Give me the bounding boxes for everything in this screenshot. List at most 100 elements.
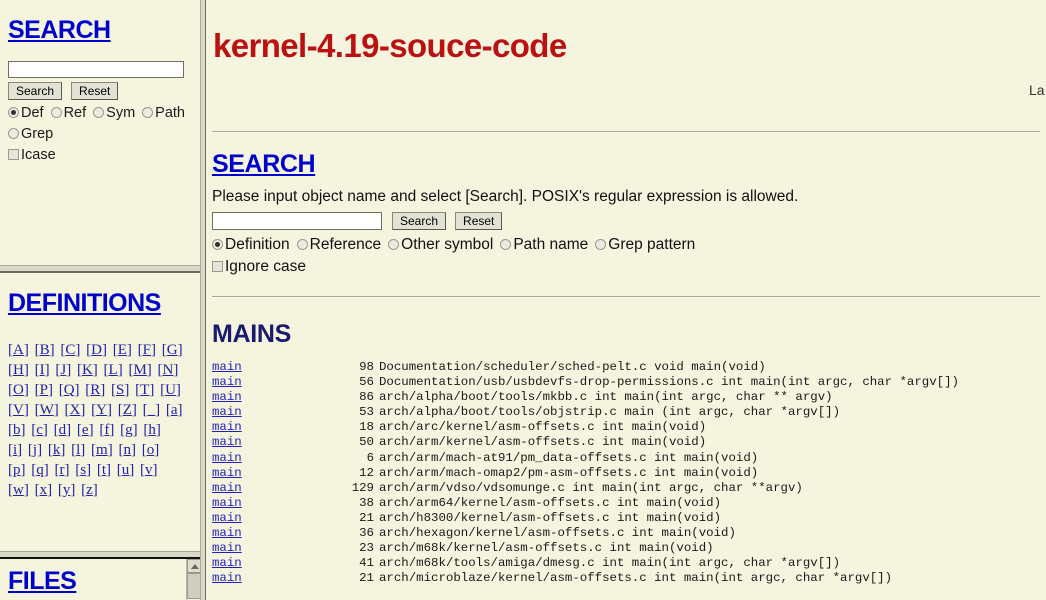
definitions-letter-U[interactable]: [U]	[160, 382, 181, 398]
sidebar-files-heading-link[interactable]: FILES	[8, 567, 77, 596]
sidebar-radio-ref[interactable]	[50, 107, 62, 118]
definitions-letter-Y[interactable]: [Y]	[91, 402, 112, 418]
main-search-input[interactable]	[212, 212, 382, 231]
mains-tag-link[interactable]: main	[212, 451, 242, 465]
definitions-letter-A[interactable]: [A]	[8, 342, 29, 358]
definitions-letter-r[interactable]: [r]	[55, 462, 70, 478]
sidebar-radio-def-label[interactable]: Def	[21, 105, 44, 121]
sidebar-radio-path[interactable]	[142, 107, 154, 118]
main-radio-path-name-label[interactable]: Path name	[513, 236, 588, 253]
main-ignore-case-label[interactable]: Ignore case	[225, 258, 306, 275]
definitions-letter-J[interactable]: [J]	[55, 362, 71, 378]
main-radio-definition-label[interactable]: Definition	[225, 236, 290, 253]
definitions-letter-o[interactable]: [o]	[142, 442, 160, 458]
sidebar-radio-grep-label[interactable]: Grep	[21, 126, 53, 142]
definitions-letter-H[interactable]: [H]	[8, 362, 29, 378]
definitions-letter-_[interactable]: [_]	[143, 402, 161, 418]
definitions-letter-t[interactable]: [t]	[97, 462, 111, 478]
sidebar-radio-sym-label[interactable]: Sym	[106, 105, 135, 121]
definitions-letter-g[interactable]: [g]	[120, 422, 138, 438]
mains-tag-link[interactable]: main	[212, 360, 242, 374]
definitions-letter-C[interactable]: [C]	[60, 342, 80, 358]
mains-tag-link[interactable]: main	[212, 571, 242, 585]
definitions-letter-q[interactable]: [q]	[31, 462, 49, 478]
definitions-letter-L[interactable]: [L]	[104, 362, 123, 378]
definitions-letter-n[interactable]: [n]	[118, 442, 136, 458]
mains-tag-link[interactable]: main	[212, 481, 242, 495]
definitions-letter-W[interactable]: [W]	[35, 402, 59, 418]
definitions-letter-T[interactable]: [T]	[135, 382, 154, 398]
mains-tag-link[interactable]: main	[212, 390, 242, 404]
main-ignore-case-checkbox[interactable]	[212, 261, 223, 273]
definitions-letter-R[interactable]: [R]	[85, 382, 105, 398]
mains-tag-link[interactable]: main	[212, 496, 242, 510]
scroll-thumb[interactable]	[187, 573, 200, 599]
mains-tag-link[interactable]: main	[212, 435, 242, 449]
main-radio-grep-pattern-label[interactable]: Grep pattern	[608, 236, 695, 253]
sidebar-search-button[interactable]: Search	[8, 82, 63, 100]
definitions-letter-w[interactable]: [w]	[8, 482, 29, 498]
definitions-letter-B[interactable]: [B]	[35, 342, 55, 358]
sidebar-radio-ref-label[interactable]: Ref	[64, 105, 87, 121]
definitions-letter-e[interactable]: [e]	[77, 422, 94, 438]
definitions-letter-E[interactable]: [E]	[113, 342, 132, 358]
mains-tag-link[interactable]: main	[212, 420, 242, 434]
sidebar-radio-path-label[interactable]: Path	[155, 105, 185, 121]
main-radio-definition[interactable]	[212, 239, 223, 251]
main-search-heading-link[interactable]: SEARCH	[212, 150, 316, 179]
mains-tag-link[interactable]: main	[212, 541, 242, 555]
definitions-letter-M[interactable]: [M]	[128, 362, 151, 378]
main-search-button[interactable]: Search	[392, 212, 447, 230]
mains-tag-link[interactable]: main	[212, 511, 242, 525]
definitions-letter-l[interactable]: [l]	[71, 442, 85, 458]
definitions-letter-O[interactable]: [O]	[8, 382, 29, 398]
definitions-letter-P[interactable]: [P]	[35, 382, 53, 398]
files-frame-scrollbar[interactable]	[186, 559, 200, 600]
sidebar-radio-def[interactable]	[8, 107, 19, 118]
definitions-letter-Z[interactable]: [Z]	[118, 402, 137, 418]
mains-tag-link[interactable]: main	[212, 526, 242, 540]
definitions-letter-s[interactable]: [s]	[75, 462, 91, 478]
sidebar-icase-checkbox[interactable]	[8, 149, 19, 160]
mains-tag-link[interactable]: main	[212, 375, 242, 389]
main-radio-other-symbol-label[interactable]: Other symbol	[401, 236, 493, 253]
definitions-letter-c[interactable]: [c]	[31, 422, 48, 438]
main-reset-button[interactable]: Reset	[455, 212, 503, 230]
definitions-letter-a[interactable]: [a]	[166, 402, 183, 418]
definitions-letter-I[interactable]: [I]	[35, 362, 50, 378]
definitions-letter-K[interactable]: [K]	[77, 362, 98, 378]
definitions-letter-p[interactable]: [p]	[8, 462, 26, 478]
main-radio-path-name[interactable]	[500, 239, 512, 251]
main-radio-reference-label[interactable]: Reference	[310, 236, 382, 253]
definitions-letter-b[interactable]: [b]	[8, 422, 26, 438]
sidebar-radio-grep[interactable]	[8, 128, 19, 139]
definitions-letter-j[interactable]: [j]	[28, 442, 42, 458]
definitions-letter-S[interactable]: [S]	[111, 382, 129, 398]
definitions-letter-y[interactable]: [y]	[58, 482, 76, 498]
definitions-letter-V[interactable]: [V]	[8, 402, 29, 418]
definitions-letter-D[interactable]: [D]	[86, 342, 107, 358]
definitions-letter-G[interactable]: [G]	[162, 342, 183, 358]
definitions-letter-u[interactable]: [u]	[117, 462, 135, 478]
definitions-letter-h[interactable]: [h]	[143, 422, 161, 438]
definitions-letter-i[interactable]: [i]	[8, 442, 22, 458]
mains-tag-link[interactable]: main	[212, 466, 242, 480]
mains-tag-link[interactable]: main	[212, 405, 242, 419]
sidebar-radio-sym[interactable]	[93, 107, 105, 118]
definitions-letter-k[interactable]: [k]	[48, 442, 66, 458]
definitions-letter-f[interactable]: [f]	[99, 422, 114, 438]
main-radio-other-symbol[interactable]	[388, 239, 400, 251]
definitions-letter-Q[interactable]: [Q]	[59, 382, 80, 398]
definitions-letter-z[interactable]: [z]	[81, 482, 98, 498]
frameset-vertical-divider[interactable]	[200, 0, 206, 600]
sidebar-search-heading-link[interactable]: SEARCH	[8, 16, 111, 45]
definitions-letter-N[interactable]: [N]	[158, 362, 179, 378]
definitions-letter-v[interactable]: [v]	[140, 462, 158, 478]
mains-tag-link[interactable]: main	[212, 556, 242, 570]
definitions-letter-m[interactable]: [m]	[91, 442, 113, 458]
main-radio-grep-pattern[interactable]	[595, 239, 607, 251]
definitions-letter-X[interactable]: [X]	[65, 402, 86, 418]
sidebar-definitions-heading-link[interactable]: DEFINITIONS	[8, 289, 161, 318]
sidebar-search-input[interactable]	[8, 61, 184, 78]
definitions-letter-F[interactable]: [F]	[138, 342, 156, 358]
